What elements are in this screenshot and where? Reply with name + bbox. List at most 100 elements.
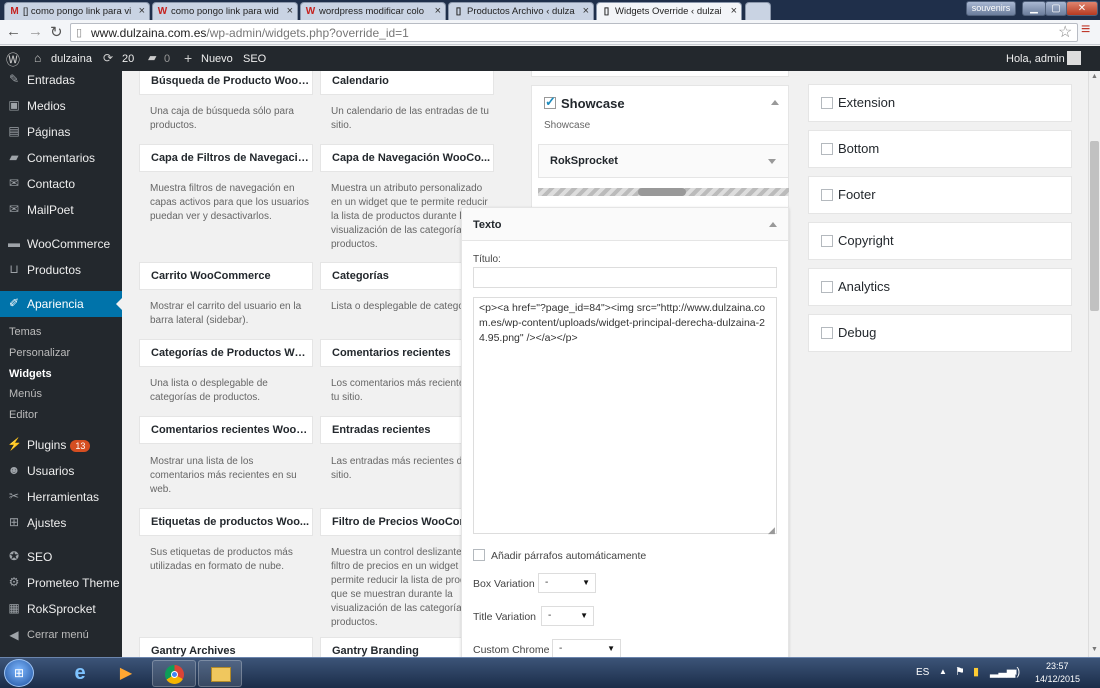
page-scrollbar[interactable]: ▲ ▼ (1088, 71, 1100, 657)
sidebar-item-comentarios[interactable]: ▰ Comentarios (0, 145, 122, 171)
clock-time[interactable]: 23:57 (1046, 661, 1069, 671)
available-widget[interactable]: Capa de Navegación WooCo... (320, 144, 494, 172)
browser-tab[interactable]: M [] como pongo link para vi × (4, 2, 150, 20)
sidebar-area-analytics[interactable]: Analytics (808, 268, 1072, 306)
page-info-icon[interactable]: ▯ (76, 26, 82, 39)
sidebar-area-copyright[interactable]: Copyright (808, 222, 1072, 260)
sidebar-item-paginas[interactable]: ▤ Páginas (0, 119, 122, 145)
showcase-title[interactable]: Showcase (561, 96, 625, 111)
text-widget-header[interactable]: Texto (462, 208, 788, 241)
show-hidden-icons[interactable]: ▲ (939, 667, 947, 676)
bookmark-star-icon[interactable]: ☆ (1058, 22, 1072, 42)
available-widget[interactable]: Etiquetas de productos Woo... (139, 508, 313, 536)
sidebar-item-contacto[interactable]: ✉ Contacto (0, 171, 122, 197)
close-window-icon[interactable]: ✕ (1066, 1, 1098, 16)
avatar[interactable] (1067, 51, 1081, 65)
sidebar-item-seo[interactable]: ✪ SEO (0, 544, 122, 570)
clock-date[interactable]: 14/12/2015 (1035, 674, 1080, 684)
sidebar-item-usuarios[interactable]: ☻ Usuarios (0, 458, 122, 484)
media-player-icon[interactable]: ▶ (104, 660, 148, 687)
browser-tab[interactable]: ▯ Productos Archivo ‹ dulza × (448, 2, 594, 20)
minimize-icon[interactable]: ▁ (1022, 1, 1046, 16)
new-tab-button[interactable] (745, 2, 771, 20)
sidebar-item-productos[interactable]: ⊔ Productos (0, 257, 122, 283)
sidebar-area-bottom[interactable]: Bottom (808, 130, 1072, 168)
greeting[interactable]: Hola, admin (1006, 53, 1065, 65)
submenu-temas[interactable]: Temas (9, 326, 41, 338)
box-variation-select[interactable]: - ▼ (538, 573, 596, 593)
sidebar-item-medios[interactable]: ▣ Medios (0, 93, 122, 119)
file-explorer-icon[interactable] (198, 660, 242, 687)
expand-arrow-icon[interactable] (768, 159, 776, 164)
sidebar-area-footer[interactable]: Footer (808, 176, 1072, 214)
content-textarea[interactable]: <p><a href="?page_id=84"><img src="http:… (473, 297, 777, 534)
sidebar-item-apariencia[interactable]: ✐ Apariencia (0, 291, 122, 317)
analytics-checkbox[interactable] (821, 281, 833, 293)
available-widget[interactable]: Comentarios recientes WooC... (139, 416, 313, 444)
forward-icon[interactable]: → (28, 23, 43, 40)
language-indicator[interactable]: ES (916, 667, 929, 678)
chrome-icon[interactable] (152, 660, 196, 687)
collapse-menu-button[interactable]: ◀ Cerrar menú (0, 623, 122, 649)
sidebar-item-woocommerce[interactable]: ▬ WooCommerce (0, 231, 122, 257)
scroll-up-icon[interactable]: ▲ (1091, 73, 1098, 80)
internet-explorer-icon[interactable]: e (58, 660, 102, 687)
available-widget[interactable]: Capa de Filtros de Navegació... (139, 144, 313, 172)
submenu-widgets[interactable]: Widgets (9, 368, 52, 380)
scrollbar-thumb[interactable] (1090, 141, 1099, 311)
sidebar-item-roksprocket[interactable]: ▦ RokSprocket (0, 596, 122, 622)
close-icon[interactable]: × (731, 5, 737, 17)
extension-checkbox[interactable] (821, 97, 833, 109)
volume-icon[interactable]: ◂) (1011, 665, 1020, 678)
sidebar-item-ajustes[interactable]: ⊞ Ajustes (0, 510, 122, 536)
browser-tab[interactable]: W wordpress modificar colo × (300, 2, 446, 20)
collapse-arrow-icon[interactable] (771, 100, 779, 105)
bottom-checkbox[interactable] (821, 143, 833, 155)
close-icon[interactable]: × (287, 5, 293, 17)
available-widget[interactable]: Carrito WooCommerce (139, 262, 313, 290)
title-variation-select[interactable]: - ▼ (541, 606, 594, 626)
footer-checkbox[interactable] (821, 189, 833, 201)
updates-count[interactable]: 20 (122, 53, 134, 65)
scroll-down-icon[interactable]: ▼ (1091, 646, 1098, 653)
sidebar-item-prometeo-theme[interactable]: ⚙ Prometeo Theme (0, 570, 122, 596)
copyright-checkbox[interactable] (821, 235, 833, 247)
sidebar-item-mailpoet[interactable]: ✉ MailPoet (0, 197, 122, 223)
available-widget[interactable]: Búsqueda de Producto WooC... (139, 71, 313, 95)
close-icon[interactable]: × (139, 5, 145, 17)
new-content-link[interactable]: Nuevo (201, 53, 233, 65)
comments-count[interactable]: 0 (164, 53, 170, 65)
sidebar-item-entradas[interactable]: ✎ Entradas (0, 67, 122, 93)
close-icon[interactable]: × (435, 5, 441, 17)
profile-badge[interactable]: souvenirs (966, 1, 1016, 16)
power-icon[interactable]: ▮ (973, 665, 979, 678)
submenu-editor[interactable]: Editor (9, 409, 38, 421)
custom-chrome-select[interactable]: - ▼ (552, 639, 621, 657)
available-widget[interactable]: Gantry Archives (139, 637, 313, 657)
reload-icon[interactable]: ↻ (50, 23, 63, 41)
available-widget[interactable]: Calendario (320, 71, 494, 95)
browser-tab[interactable]: W como pongo link para wid × (152, 2, 298, 20)
close-icon[interactable]: × (583, 5, 589, 17)
available-widget[interactable]: Categorías de Productos Woo... (139, 339, 313, 367)
sidebar-item-plugins[interactable]: ⚡ Plugins 13 (0, 432, 122, 458)
flag-icon[interactable]: ⚑ (955, 665, 965, 678)
sidebar-area-extension[interactable]: Extension (808, 84, 1072, 122)
submenu-personalizar[interactable]: Personalizar (9, 347, 70, 359)
maximize-icon[interactable]: ▢ (1045, 1, 1067, 16)
address-bar[interactable]: ▯ www.dulzaina.com.es/wp-admin/widgets.p… (70, 23, 1078, 42)
start-button[interactable]: ⊞ (4, 659, 34, 687)
widget-roksprocket[interactable]: RokSprocket (538, 144, 789, 178)
resize-handle-icon[interactable]: ◢ (768, 525, 775, 536)
back-icon[interactable]: ← (6, 23, 21, 40)
browser-tab-active[interactable]: ▯ Widgets Override ‹ dulzai × (596, 2, 742, 21)
menu-icon[interactable]: ≡ (1081, 21, 1090, 39)
submenu-menus[interactable]: Menús (9, 388, 42, 400)
collapse-arrow-icon[interactable] (769, 222, 777, 227)
site-name[interactable]: dulzaina (51, 53, 92, 65)
debug-checkbox[interactable] (821, 327, 833, 339)
sidebar-area-debug[interactable]: Debug (808, 314, 1072, 352)
title-input[interactable] (473, 267, 777, 288)
seo-link[interactable]: SEO (243, 53, 266, 65)
autop-checkbox[interactable] (473, 549, 485, 561)
